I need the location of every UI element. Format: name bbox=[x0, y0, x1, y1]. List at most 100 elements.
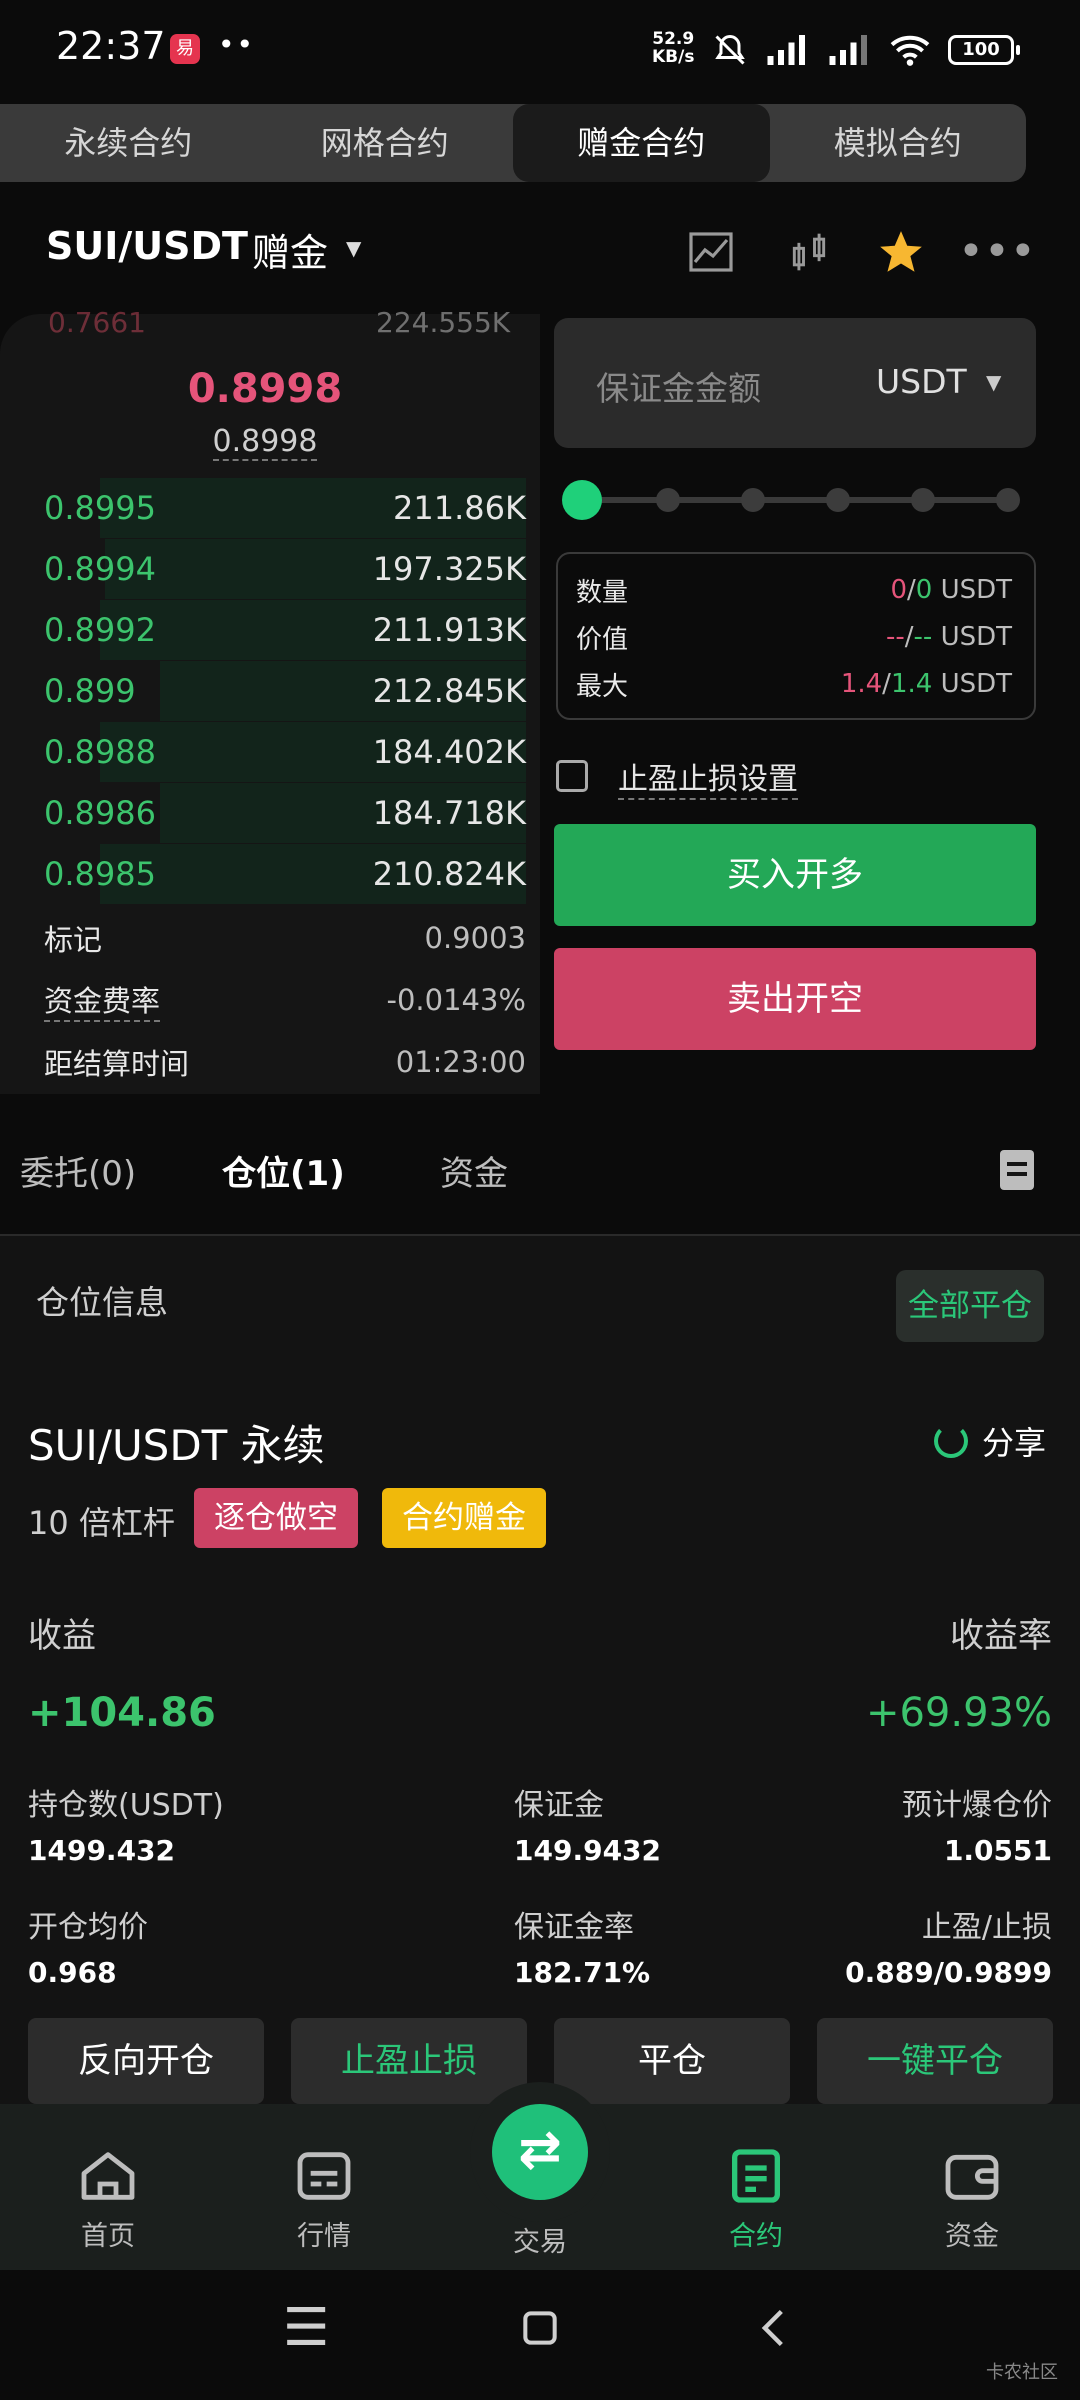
share-icon bbox=[934, 1424, 968, 1458]
slider-step[interactable] bbox=[656, 488, 680, 512]
settle-row: 距结算时间 01:23:00 bbox=[44, 1032, 526, 1092]
more-icon[interactable]: ••• bbox=[958, 222, 1036, 282]
value-sep: / bbox=[906, 575, 916, 605]
bid-row[interactable]: 0.8985 210.824K bbox=[44, 844, 526, 904]
close-position-button[interactable]: 平仓 bbox=[554, 2018, 790, 2104]
nav-market[interactable]: 行情 bbox=[254, 2144, 394, 2253]
bid-qty: 184.402K bbox=[372, 733, 526, 771]
nav-assets-label: 资金 bbox=[945, 2221, 999, 2252]
caret-down-icon[interactable]: ▼ bbox=[986, 370, 1001, 394]
slider-knob[interactable] bbox=[562, 480, 602, 520]
tab-perpetual[interactable]: 永续合约 bbox=[0, 104, 257, 182]
value-unit: USDT bbox=[940, 669, 1012, 699]
order-info-label: 最大 bbox=[576, 671, 629, 702]
stat-value: 1.0551 bbox=[943, 1834, 1052, 1867]
bid-qty: 197.325K bbox=[372, 550, 526, 588]
ask-qty-partial: 224.555K bbox=[376, 306, 511, 339]
mark-price-sub-value: 0.8998 bbox=[212, 424, 318, 461]
bid-row[interactable]: 0.8986 184.718K bbox=[44, 783, 526, 843]
chart-icon[interactable] bbox=[686, 222, 736, 282]
slider-step[interactable] bbox=[741, 488, 765, 512]
order-info-value: 0/0 USDT bbox=[890, 575, 1012, 605]
caret-down-icon[interactable]: ▼ bbox=[346, 236, 361, 260]
mark-row: 标记 0.9003 bbox=[44, 908, 526, 968]
app-notification-icon: 易 bbox=[170, 34, 200, 64]
share-button[interactable]: 分享 bbox=[934, 1418, 1046, 1464]
pnl-rate-label: 收益率 bbox=[950, 1616, 1052, 1656]
network-speed: 52.9 KB/s bbox=[652, 30, 694, 66]
tp-sl-label[interactable]: 止盈止损设置 bbox=[618, 754, 798, 800]
pair-selector[interactable]: SUI/USDT bbox=[46, 224, 248, 268]
bid-price: 0.8988 bbox=[44, 733, 156, 771]
amount-slider-track[interactable] bbox=[582, 497, 1008, 503]
nav-home[interactable]: 首页 bbox=[38, 2144, 178, 2253]
one-click-close-button[interactable]: 一键平仓 bbox=[817, 2018, 1053, 2104]
document-icon[interactable] bbox=[1000, 1150, 1034, 1190]
menu-icon[interactable]: ☰ bbox=[266, 2298, 346, 2358]
bid-qty: 210.824K bbox=[372, 855, 526, 893]
bid-row[interactable]: 0.8994 197.325K bbox=[44, 539, 526, 599]
wifi-icon bbox=[890, 35, 930, 66]
bid-price: 0.8985 bbox=[44, 855, 156, 893]
ask-price-partial: 0.7661 bbox=[48, 306, 146, 339]
trade-swap-icon[interactable]: ⇄ bbox=[492, 2104, 588, 2200]
bid-price: 0.8992 bbox=[44, 611, 156, 649]
nav-contract[interactable]: 合约 bbox=[686, 2144, 826, 2253]
tab-demo[interactable]: 模拟合约 bbox=[770, 104, 1027, 182]
nav-trade-label[interactable]: 交易 bbox=[470, 2220, 610, 2259]
stat-label: 保证金 bbox=[514, 1788, 604, 1823]
tab-grid[interactable]: 网格合约 bbox=[257, 104, 514, 182]
settle-value: 01:23:00 bbox=[395, 1045, 526, 1079]
bid-qty: 211.86K bbox=[393, 489, 526, 527]
tab-bonus[interactable]: 赠金合约 bbox=[513, 104, 770, 182]
stat-label: 持仓数(USDT) bbox=[28, 1788, 224, 1823]
pnl-rate-value: +69.93% bbox=[865, 1690, 1052, 1736]
bid-price: 0.8995 bbox=[44, 489, 156, 527]
funding-row[interactable]: 资金费率 -0.0143% bbox=[44, 970, 526, 1030]
order-info-row: 数量 0/0 USDT bbox=[576, 570, 1012, 610]
reverse-open-button[interactable]: 反向开仓 bbox=[28, 2018, 264, 2104]
order-info-value: 1.4/1.4 USDT bbox=[841, 669, 1012, 699]
order-info-value: --/-- USDT bbox=[886, 622, 1012, 652]
slider-step[interactable] bbox=[996, 488, 1020, 512]
bid-row[interactable]: 0.899 212.845K bbox=[44, 661, 526, 721]
tp-sl-checkbox[interactable] bbox=[556, 760, 588, 792]
contract-icon bbox=[732, 2149, 780, 2203]
mode-selector[interactable]: 赠金 bbox=[252, 222, 328, 277]
tab-orders[interactable]: 委托(0) bbox=[20, 1146, 136, 1195]
stat-value: 0.968 bbox=[28, 1956, 117, 1989]
pnl-value: +104.86 bbox=[28, 1690, 216, 1736]
candlestick-icon[interactable] bbox=[784, 222, 834, 282]
margin-unit-selector[interactable]: USDT bbox=[876, 362, 967, 401]
funding-label[interactable]: 资金费率 bbox=[44, 978, 161, 1022]
slider-step[interactable] bbox=[911, 488, 935, 512]
stat-label: 止盈/止损 bbox=[921, 1910, 1052, 1945]
contract-mode-tabs: 永续合约 网格合约 赠金合约 模拟合约 bbox=[0, 104, 1026, 182]
position-side-badge: 逐仓做空 bbox=[194, 1488, 358, 1548]
tab-positions[interactable]: 仓位(1) bbox=[222, 1146, 345, 1195]
funding-value: -0.0143% bbox=[386, 983, 527, 1017]
value-b: -- bbox=[913, 622, 933, 652]
bid-row[interactable]: 0.8995 211.86K bbox=[44, 478, 526, 538]
watermark: 卡农社区 bbox=[986, 2362, 1058, 2383]
value-unit: USDT bbox=[940, 575, 1012, 605]
nav-assets[interactable]: 资金 bbox=[902, 2144, 1042, 2253]
back-icon[interactable] bbox=[734, 2298, 814, 2363]
value-a: 1.4 bbox=[840, 669, 883, 699]
home-square-icon[interactable] bbox=[500, 2298, 580, 2363]
close-all-button[interactable]: 全部平仓 bbox=[896, 1270, 1044, 1342]
bid-price: 0.899 bbox=[44, 672, 136, 710]
tab-assets[interactable]: 资金 bbox=[440, 1146, 508, 1195]
value-a: 0 bbox=[890, 575, 907, 605]
nav-home-label: 首页 bbox=[81, 2221, 135, 2252]
favorite-star-icon[interactable] bbox=[874, 222, 928, 282]
slider-step[interactable] bbox=[826, 488, 850, 512]
bid-row[interactable]: 0.8992 211.913K bbox=[44, 600, 526, 660]
pnl-label: 收益 bbox=[28, 1616, 96, 1656]
sell-short-button[interactable]: 卖出开空 bbox=[554, 948, 1036, 1050]
stat-value: 149.9432 bbox=[514, 1834, 662, 1867]
tp-sl-button[interactable]: 止盈止损 bbox=[291, 2018, 527, 2104]
buy-long-button[interactable]: 买入开多 bbox=[554, 824, 1036, 926]
bid-row[interactable]: 0.8988 184.402K bbox=[44, 722, 526, 782]
wallet-icon bbox=[945, 2154, 999, 2200]
